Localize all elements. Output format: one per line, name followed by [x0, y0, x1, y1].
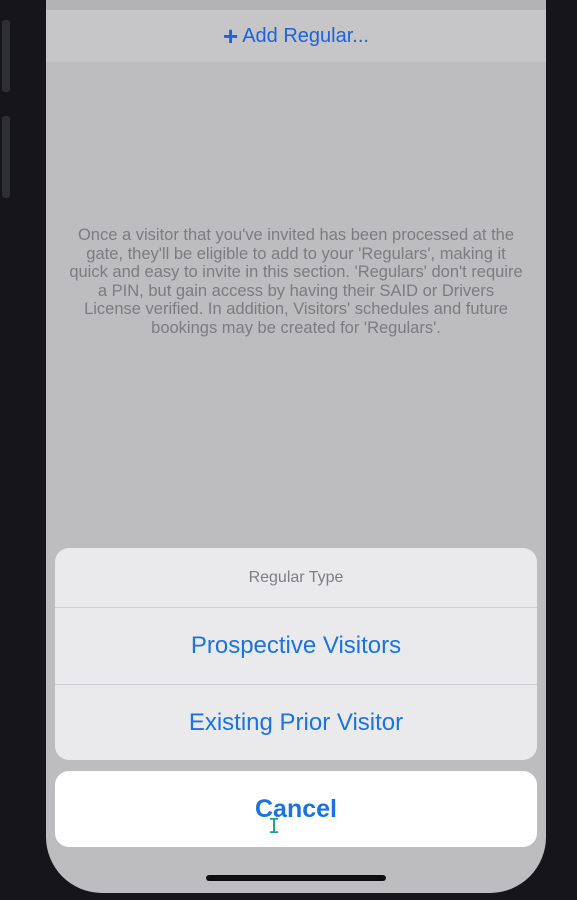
home-indicator: [206, 875, 386, 881]
action-sheet-title: Regular Type: [55, 548, 537, 608]
top-strip: [46, 0, 546, 10]
volume-up-button: [2, 20, 10, 92]
screen: + Add Regular... Once a visitor that you…: [46, 0, 546, 893]
plus-icon: +: [223, 21, 239, 51]
cancel-button[interactable]: Cancel: [55, 771, 537, 847]
prospective-visitors-option[interactable]: Prospective Visitors: [55, 608, 537, 685]
text-cursor-icon: I: [268, 814, 281, 838]
regulars-info-text: Once a visitor that you've invited has b…: [69, 226, 523, 337]
add-regular-label: Add Regular...: [242, 24, 369, 47]
volume-down-button: [2, 116, 10, 198]
existing-prior-visitor-option[interactable]: Existing Prior Visitor: [55, 685, 537, 760]
add-regular-button[interactable]: + Add Regular...: [46, 10, 546, 62]
device-frame: + Add Regular... Once a visitor that you…: [0, 0, 577, 900]
action-sheet: Regular Type Prospective Visitors Existi…: [55, 548, 537, 760]
